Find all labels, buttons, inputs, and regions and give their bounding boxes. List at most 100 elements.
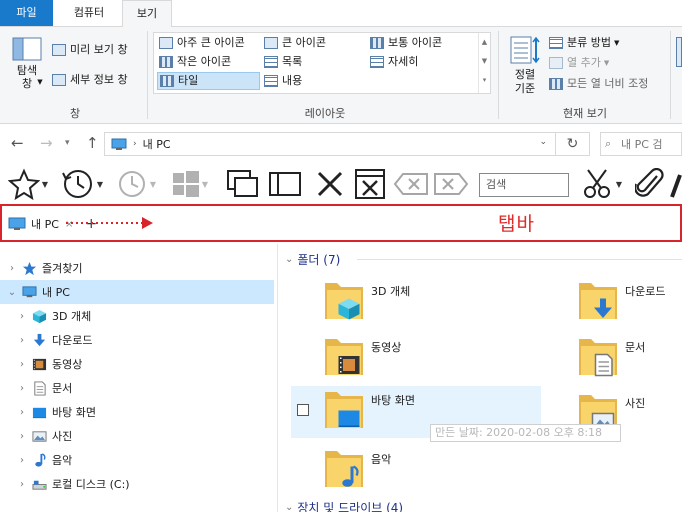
search-field[interactable]: ⌕ 내 PC 검	[600, 132, 682, 156]
section-divider	[357, 259, 682, 260]
recent-button[interactable]: ▼	[112, 167, 160, 201]
layout-medium[interactable]: 보통 아이콘	[370, 34, 442, 52]
history-button[interactable]: ▼	[57, 167, 107, 201]
nav-item[interactable]: › 음악	[0, 448, 274, 472]
nav-item[interactable]: › 즐겨찾기	[0, 256, 274, 280]
preview-pane-button[interactable]: 미리 보기 창	[52, 41, 128, 59]
chevron-down-icon: ▼	[41, 179, 49, 189]
close-window-button[interactable]	[352, 167, 388, 201]
nav-item-label: 사진	[52, 430, 73, 443]
nav-item[interactable]: › 문서	[0, 376, 274, 400]
clear-right-button[interactable]	[432, 167, 470, 201]
sort-by-button[interactable]: 정렬 기준	[505, 35, 545, 101]
nav-item[interactable]: › 바탕 화면	[0, 400, 274, 424]
folder-icon	[323, 445, 365, 489]
forward-button[interactable]: →	[40, 134, 53, 152]
chevron-right-icon[interactable]: ›	[16, 359, 28, 370]
drive-icon	[32, 477, 47, 492]
add-columns-icon	[549, 57, 563, 69]
nav-item-label: 동영상	[52, 358, 83, 371]
annotation-arrow	[66, 217, 153, 229]
layout-gallery-scroll[interactable]: ▲ ▼ ▾	[478, 33, 490, 93]
group-by-button[interactable]: 분류 방법 ▼	[549, 34, 619, 52]
nav-item[interactable]: › 3D 개체	[0, 304, 274, 328]
layout-tiles[interactable]: 타일	[157, 72, 260, 90]
recent-locations-button[interactable]: ▾	[65, 138, 70, 148]
details-pane-button[interactable]: 세부 정보 창	[52, 71, 128, 89]
select-checkbox[interactable]	[297, 404, 309, 416]
folder-tile[interactable]: 3D 개체	[323, 277, 523, 323]
address-path[interactable]: 내 PC	[143, 136, 171, 152]
chevron-right-icon[interactable]: ›	[16, 407, 28, 418]
back-button[interactable]: ←	[11, 134, 24, 152]
devices-section-header[interactable]: ⌄ 장치 및 드라이브 (4)	[285, 499, 403, 512]
folder-tile[interactable]: 음악	[323, 445, 523, 491]
nav-item[interactable]: › 동영상	[0, 352, 274, 376]
layout-toggle-button[interactable]	[266, 167, 304, 201]
layout-content-label: 내용	[282, 74, 303, 87]
layout-extra-large[interactable]: 아주 큰 아이콘	[159, 34, 245, 52]
chevron-right-icon[interactable]: ›	[16, 335, 28, 346]
nav-item[interactable]: ⌄ 내 PC	[0, 280, 274, 304]
new-window-button[interactable]	[224, 167, 262, 201]
layout-extra-large-label: 아주 큰 아이콘	[177, 36, 245, 49]
ribbon-tab-bar: 파일 컴퓨터 보기	[0, 0, 682, 27]
ribbon-divider	[670, 31, 671, 119]
cube-icon	[32, 309, 47, 324]
chevron-right-icon[interactable]: ›	[16, 311, 28, 322]
attach-button[interactable]	[632, 167, 668, 201]
pen-button[interactable]	[668, 167, 682, 201]
folder-tile[interactable]: 문서	[577, 333, 682, 379]
add-columns-label: 열 추가	[567, 56, 601, 69]
show-hide-icon[interactable]	[676, 37, 682, 67]
refresh-button[interactable]: ↻	[556, 132, 590, 156]
cut-button[interactable]: ▼	[578, 167, 626, 201]
windows-button[interactable]: ▼	[166, 167, 214, 201]
ribbon-tab-view[interactable]: 보기	[122, 0, 172, 27]
nav-pane-button[interactable]: 탐색 창 ▼	[8, 37, 46, 101]
nav-item[interactable]: › 다운로드	[0, 328, 274, 352]
chevron-right-icon[interactable]: ›	[16, 479, 28, 490]
document-icon	[591, 353, 615, 380]
chevron-down-icon: ▼	[603, 59, 610, 67]
layout-large[interactable]: 큰 아이콘	[264, 34, 326, 52]
layout-list[interactable]: 목록	[264, 53, 302, 71]
chevron-right-icon[interactable]: ›	[6, 263, 18, 274]
toolbar-search-input[interactable]: 검색	[479, 173, 569, 197]
list-view-icon	[264, 56, 278, 68]
monitor-icon	[111, 138, 127, 150]
preview-pane-label: 미리 보기 창	[70, 43, 128, 56]
chevron-right-icon[interactable]: ›	[16, 455, 28, 466]
add-columns-button[interactable]: 열 추가 ▼	[549, 54, 609, 72]
folder-label: 음악	[371, 453, 392, 466]
backspace-icon	[393, 173, 428, 195]
fit-columns-button[interactable]: 모든 열 너비 조정	[549, 75, 648, 93]
nav-item-label: 문서	[52, 382, 73, 395]
nav-item[interactable]: › 로컬 디스크 (C:)	[0, 472, 274, 496]
star-icon	[22, 261, 37, 276]
layout-content[interactable]: 내용	[264, 72, 302, 90]
group-by-icon	[549, 37, 563, 49]
content-pane: ⌄ 폴더 (7) 3D 개체 다운로드 동영상 문서 바탕 화면 사진 음악 만…	[279, 244, 682, 512]
chevron-down-icon[interactable]: ⌄	[6, 287, 18, 298]
favorites-button[interactable]: ▼	[4, 167, 52, 201]
chevron-right-icon[interactable]: ›	[16, 383, 28, 394]
folders-header-label: 폴더 (7)	[297, 253, 341, 267]
address-bar[interactable]: › 내 PC ⌄	[104, 132, 556, 156]
up-button[interactable]: ↑	[86, 134, 99, 152]
ribbon-tab-file[interactable]: 파일	[0, 0, 53, 26]
chevron-right-icon[interactable]: ›	[16, 431, 28, 442]
folders-section-header[interactable]: ⌄ 폴더 (7)	[285, 251, 340, 268]
layout-small[interactable]: 작은 아이콘	[159, 53, 231, 71]
ribbon-tab-computer[interactable]: 컴퓨터	[58, 0, 120, 26]
delete-button[interactable]	[312, 167, 348, 201]
clear-left-button[interactable]	[392, 167, 430, 201]
layout-group-label: 레이아웃	[304, 107, 346, 120]
layout-details[interactable]: 자세히	[370, 53, 418, 71]
folder-tile[interactable]: 동영상	[323, 333, 523, 379]
chevron-down-icon[interactable]: ⌄	[539, 137, 547, 147]
nav-item[interactable]: › 사진	[0, 424, 274, 448]
preview-pane-icon	[52, 44, 66, 56]
folder-tile[interactable]: 다운로드	[577, 277, 682, 323]
tab-bar-annotation: 탭바	[498, 213, 535, 235]
